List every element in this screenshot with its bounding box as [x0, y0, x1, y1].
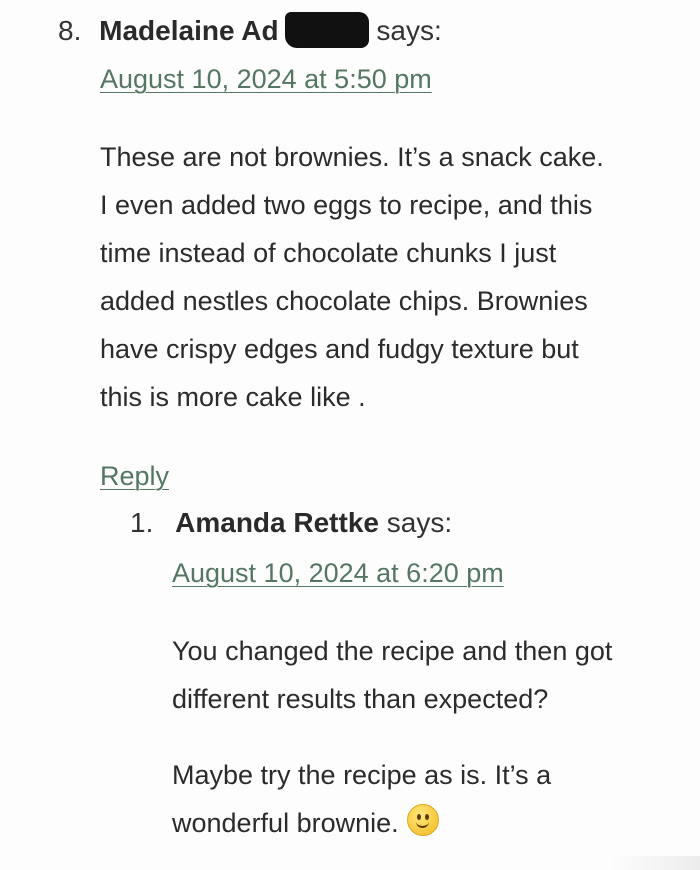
reply-body-line: Maybe try the recipe as is. It’s a — [172, 760, 552, 790]
reply-body-line: different results than expected? — [172, 684, 549, 714]
reply-body: You changed the recipe and then got diff… — [172, 627, 692, 847]
reply-number: 1. — [130, 507, 154, 538]
comment-body-line: added nestles chocolate chips. Brownies — [100, 286, 588, 316]
comment-madelaine: 8. Madelaine Ad says: — [58, 12, 678, 48]
comment-number: 8. — [58, 15, 82, 46]
comment-header: 8. Madelaine Ad says: — [58, 12, 678, 48]
redaction-mark — [284, 12, 369, 48]
comment-body: These are not brownies. It’s a snack cak… — [100, 133, 690, 421]
says-label: says: — [376, 15, 442, 46]
comment-body-line: time instead of chocolate chunks I just — [100, 238, 557, 268]
says-label: says: — [386, 507, 453, 538]
comment-date-link[interactable]: August 10, 2024 at 5:50 pm — [100, 62, 432, 96]
comment-body-line: I even added two eggs to recipe, and thi… — [100, 190, 593, 220]
comment-author: Madelaine Ad — [99, 15, 279, 46]
reply-button[interactable]: Reply — [100, 459, 169, 493]
screenshot-edge-artifact — [610, 856, 700, 870]
reply-body-line: You changed the recipe and then got — [172, 636, 613, 666]
reply-body-line-last: wonderful brownie. — [172, 799, 692, 847]
reply-date-link[interactable]: August 10, 2024 at 6:20 pm — [172, 556, 504, 590]
comment-body-line: have crispy edges and fudgy texture but — [100, 334, 579, 364]
reply-header: 1. Amanda Rettke says: — [130, 506, 452, 540]
comment-body-line: These are not brownies. It’s a snack cak… — [100, 142, 604, 172]
comment-body-line: this is more cake like . — [100, 382, 366, 412]
reply-author: Amanda Rettke — [175, 507, 379, 538]
slightly-smiling-face-icon — [406, 804, 439, 836]
reply-body-text: wonderful brownie. — [172, 808, 399, 838]
